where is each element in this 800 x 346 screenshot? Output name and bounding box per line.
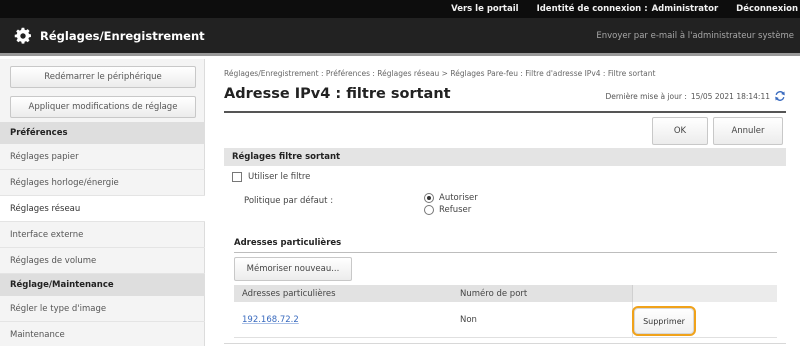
delete-button[interactable]: Supprimer <box>632 306 696 336</box>
cancel-button[interactable]: Annuler <box>713 117 783 145</box>
deny-radio[interactable] <box>424 205 434 215</box>
last-update: Dernière mise à jour : 15/05 2021 18:14:… <box>605 90 786 102</box>
row-address-link[interactable]: 192.168.72.2 <box>242 302 299 338</box>
top-bar: Vers le portail Identité de connexion : … <box>0 0 800 18</box>
restart-device-button[interactable]: Redémarrer le périphérique <box>10 66 196 88</box>
login-id-label: Identité de connexion : <box>536 4 648 14</box>
use-filter-row[interactable]: Utiliser le filtre <box>232 172 310 182</box>
sidebar-item-clock-energy[interactable]: Réglages horloge/énergie <box>0 170 205 196</box>
default-policy-radio-group: Autoriser Refuser <box>424 193 478 215</box>
sidebar-item-paper-settings[interactable]: Réglages papier <box>0 144 205 170</box>
title-bar: Réglages/Enregistrement Envoyer par e-ma… <box>0 18 800 56</box>
title-divider <box>224 111 786 113</box>
row-address-text[interactable]: 192.168.72.2 <box>242 315 299 325</box>
register-new-button[interactable]: Mémoriser nouveau... <box>234 257 352 281</box>
app-title: Réglages/Enregistrement <box>14 18 205 53</box>
login-identity: Identité de connexion : Administrator <box>537 4 719 14</box>
refresh-icon[interactable] <box>774 90 786 102</box>
use-filter-label: Utiliser le filtre <box>248 172 311 182</box>
exception-addresses-header: Adresses particulières <box>234 238 342 248</box>
apply-changes-button[interactable]: Appliquer modifications de réglage <box>10 96 196 118</box>
bottom-divider <box>224 343 786 344</box>
allow-radio[interactable] <box>424 193 434 203</box>
email-admin-link[interactable]: Envoyer par e-mail à l'administrateur sy… <box>596 18 794 53</box>
exceptions-table-header: Adresses particulières Numéro de port <box>234 285 777 302</box>
sidebar: Redémarrer le périphérique Appliquer mod… <box>0 59 205 346</box>
gear-icon <box>14 27 31 44</box>
col-actions-header <box>632 285 777 302</box>
page-title: Adresse IPv4 : filtre sortant <box>224 86 451 102</box>
deny-label: Refuser <box>439 205 472 215</box>
top-links: Vers le portail Identité de connexion : … <box>451 0 798 18</box>
sidebar-section-maintenance: Réglage/Maintenance <box>0 274 205 296</box>
last-update-label: Dernière mise à jour : <box>605 91 687 101</box>
login-id-value: Administrator <box>651 4 719 14</box>
col-address-header: Adresses particulières <box>242 288 336 299</box>
sidebar-item-network-settings[interactable]: Réglages réseau <box>0 196 205 222</box>
policy-option-deny[interactable]: Refuser <box>424 205 478 215</box>
last-update-value: 15/05 2021 18:14:11 <box>690 91 770 101</box>
filter-settings-header: Réglages filtre sortant <box>224 148 786 166</box>
app-title-text: Réglages/Enregistrement <box>40 28 205 43</box>
sidebar-section-preferences: Préférences <box>0 122 205 144</box>
ok-button[interactable]: OK <box>652 117 708 145</box>
col-port-header: Numéro de port <box>460 288 528 299</box>
logout-link[interactable]: Déconnexion <box>736 4 798 14</box>
sidebar-item-external-interface[interactable]: Interface externe <box>0 222 205 248</box>
breadcrumb: Réglages/Enregistrement : Préférences : … <box>224 69 656 78</box>
exception-divider <box>234 252 777 253</box>
sidebar-item-image-type[interactable]: Régler le type d'image <box>0 296 205 322</box>
sidebar-item-volume-settings[interactable]: Réglages de volume <box>0 248 205 274</box>
row-port: Non <box>460 315 477 325</box>
sidebar-item-maintenance[interactable]: Maintenance <box>0 322 205 346</box>
use-filter-checkbox[interactable] <box>232 172 242 182</box>
default-policy-label: Politique par défaut : <box>244 196 334 206</box>
portal-link[interactable]: Vers le portail <box>451 4 518 14</box>
policy-option-allow[interactable]: Autoriser <box>424 193 478 203</box>
allow-label: Autoriser <box>439 193 478 203</box>
